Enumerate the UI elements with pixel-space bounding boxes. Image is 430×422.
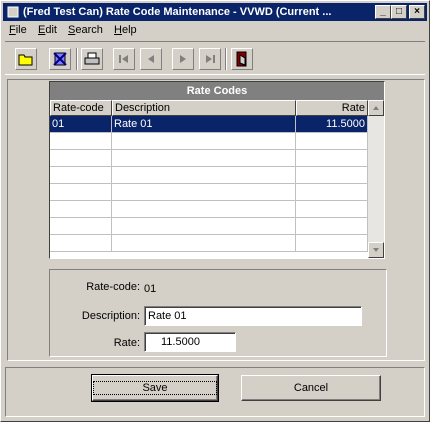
empty-cell[interactable] bbox=[296, 235, 368, 252]
cell-rate-code[interactable]: 01 bbox=[50, 116, 112, 133]
empty-cell[interactable] bbox=[112, 201, 296, 218]
scroll-up-button[interactable] bbox=[368, 100, 384, 116]
description-field[interactable]: Rate 01 bbox=[144, 306, 362, 326]
close-button[interactable]: × bbox=[409, 5, 425, 19]
last-record-button[interactable] bbox=[199, 48, 221, 70]
empty-cell[interactable] bbox=[112, 133, 296, 150]
empty-cell[interactable] bbox=[112, 184, 296, 201]
exit-icon bbox=[236, 51, 247, 67]
button-panel: Save Cancel bbox=[5, 367, 425, 417]
empty-cell[interactable] bbox=[296, 218, 368, 235]
empty-cell[interactable] bbox=[50, 201, 112, 218]
column-header-rate[interactable]: Rate bbox=[296, 100, 368, 116]
print-icon bbox=[84, 52, 100, 65]
maximize-button[interactable]: □ bbox=[391, 5, 407, 19]
window-title: (Fred Test Can) Rate Code Maintenance - … bbox=[23, 6, 332, 18]
empty-cell[interactable] bbox=[296, 201, 368, 218]
empty-cell[interactable] bbox=[112, 235, 296, 252]
column-header-description[interactable]: Description bbox=[112, 100, 296, 116]
cell-description[interactable]: Rate 01 bbox=[112, 116, 296, 133]
cell-rate[interactable]: 11.5000 bbox=[296, 116, 368, 133]
rate-codes-grid: Rate Codes Rate-code Description Rate 01… bbox=[49, 81, 385, 259]
first-record-button[interactable] bbox=[113, 48, 135, 70]
app-window: (Fred Test Can) Rate Code Maintenance - … bbox=[0, 0, 430, 422]
print-button[interactable] bbox=[81, 48, 103, 70]
next-record-icon bbox=[180, 55, 186, 63]
description-label: Description: bbox=[81, 310, 140, 322]
menu-search[interactable]: Search bbox=[68, 24, 103, 36]
toolbar-separator bbox=[225, 48, 227, 70]
rate-code-value: 01 bbox=[144, 283, 157, 295]
column-header-rate-code[interactable]: Rate-code bbox=[50, 100, 112, 116]
vertical-scrollbar[interactable] bbox=[368, 100, 384, 258]
detail-panel: Rate-code: 01 Description: Rate 01 Rate:… bbox=[49, 269, 387, 357]
menu-bar: File Edit Search Help bbox=[3, 22, 427, 40]
toolbar-separator bbox=[76, 48, 78, 70]
first-record-icon bbox=[119, 55, 128, 63]
arrow-up-icon bbox=[373, 106, 379, 110]
toolbar bbox=[5, 41, 425, 75]
title-bar[interactable]: (Fred Test Can) Rate Code Maintenance - … bbox=[3, 3, 427, 21]
empty-cell[interactable] bbox=[112, 150, 296, 167]
empty-cell[interactable] bbox=[50, 150, 112, 167]
empty-cell[interactable] bbox=[50, 167, 112, 184]
menu-help[interactable]: Help bbox=[114, 24, 137, 36]
last-record-icon bbox=[206, 55, 215, 63]
rate-label: Rate: bbox=[113, 337, 140, 349]
cancel-button[interactable]: Cancel bbox=[241, 375, 381, 401]
delete-button[interactable] bbox=[49, 48, 71, 70]
scroll-down-button[interactable] bbox=[368, 242, 384, 258]
rate-field[interactable]: 11.5000 bbox=[144, 332, 236, 352]
empty-cell[interactable] bbox=[296, 184, 368, 201]
minimize-button[interactable]: _ bbox=[375, 5, 391, 19]
menu-edit[interactable]: Edit bbox=[38, 24, 57, 36]
empty-cell[interactable] bbox=[296, 150, 368, 167]
app-icon bbox=[6, 5, 20, 19]
grid-caption: Rate Codes bbox=[50, 82, 384, 100]
empty-cell[interactable] bbox=[50, 235, 112, 252]
menu-file[interactable]: File bbox=[9, 24, 27, 36]
prev-record-button[interactable] bbox=[140, 48, 162, 70]
empty-cell[interactable] bbox=[296, 167, 368, 184]
next-record-button[interactable] bbox=[172, 48, 194, 70]
open-folder-button[interactable] bbox=[15, 48, 37, 70]
save-label: Save bbox=[93, 381, 217, 395]
empty-cell[interactable] bbox=[50, 218, 112, 235]
delete-icon bbox=[53, 52, 67, 66]
empty-cell[interactable] bbox=[296, 133, 368, 150]
prev-record-icon bbox=[148, 55, 154, 63]
open-folder-icon bbox=[18, 54, 33, 66]
empty-cell[interactable] bbox=[112, 218, 296, 235]
rate-code-label: Rate-code: bbox=[86, 281, 140, 293]
empty-cell[interactable] bbox=[50, 133, 112, 150]
arrow-down-icon bbox=[373, 248, 379, 252]
exit-button[interactable] bbox=[231, 48, 253, 70]
save-button[interactable]: Save bbox=[91, 374, 219, 402]
empty-cell[interactable] bbox=[50, 184, 112, 201]
empty-cell[interactable] bbox=[112, 167, 296, 184]
